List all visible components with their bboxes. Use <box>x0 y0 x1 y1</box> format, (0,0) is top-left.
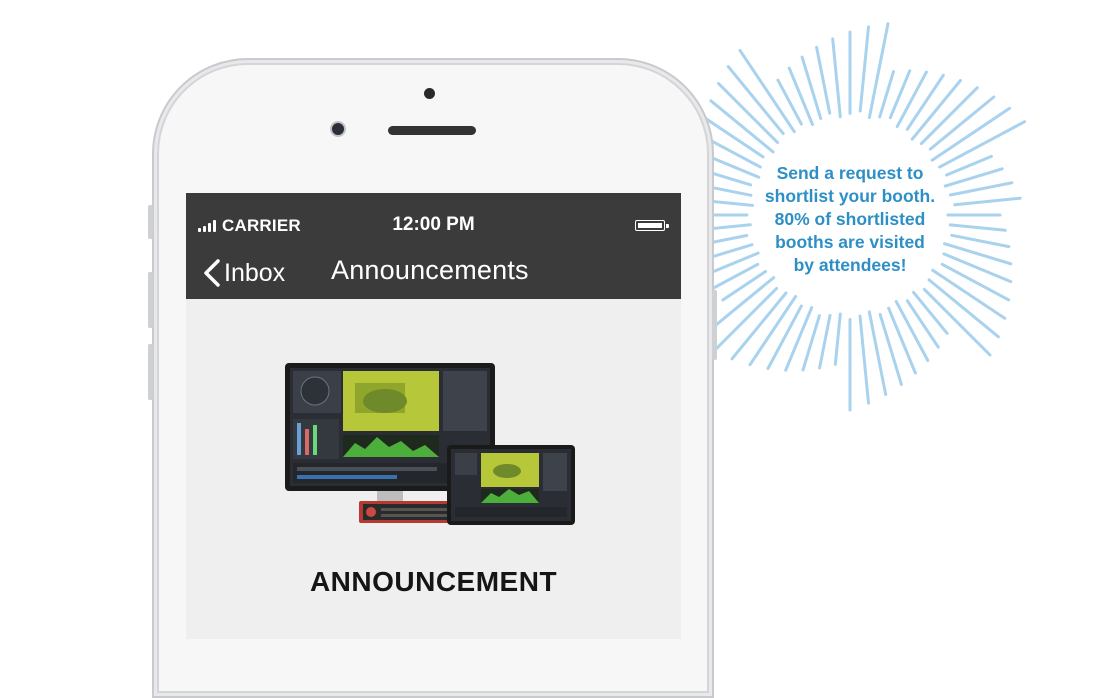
back-button[interactable]: Inbox <box>200 255 285 291</box>
burst-ray <box>833 312 842 366</box>
burst-ray <box>878 70 895 119</box>
front-camera-icon <box>330 121 346 137</box>
status-time: 12:00 PM <box>392 214 475 235</box>
burst-ray <box>895 70 928 129</box>
callout-line: Send a request to <box>776 163 924 183</box>
navigation-bar: CARRIER 12:00 PM Inbox Announcements <box>186 193 681 299</box>
burst-ray <box>858 25 870 113</box>
phone-screen: CARRIER 12:00 PM Inbox Announcements ANN… <box>186 193 681 639</box>
burst-ray <box>887 306 917 375</box>
burst-ray <box>831 37 842 119</box>
product-illustration <box>285 363 575 525</box>
burst-ray <box>878 312 903 386</box>
burst-ray <box>818 313 832 370</box>
battery-icon <box>635 220 669 231</box>
earpiece-speaker <box>388 126 476 135</box>
back-label: Inbox <box>224 258 286 287</box>
callout-text: Send a request to shortlist your booth. … <box>735 162 965 277</box>
power-button <box>712 290 717 360</box>
announcement-heading: ANNOUNCEMENT <box>309 566 558 597</box>
burst-ray <box>784 306 814 372</box>
burst-ray <box>912 290 949 335</box>
volume-up-button <box>148 272 153 328</box>
status-bar: CARRIER 12:00 PM <box>186 193 681 253</box>
callout-line: shortlist your booth. <box>764 186 936 206</box>
callout-line: booths are visited <box>775 232 925 252</box>
callout-line: 80% of shortlisted <box>774 209 926 229</box>
burst-ray <box>815 45 832 115</box>
back-chevron-icon <box>204 259 220 287</box>
mute-switch <box>148 205 153 239</box>
callout-line: by attendees! <box>793 255 907 275</box>
volume-down-button <box>148 344 153 400</box>
proximity-sensor <box>424 88 435 99</box>
nav-title: Announcements <box>331 255 529 285</box>
burst-ray <box>858 314 870 405</box>
burst-ray <box>905 299 940 349</box>
